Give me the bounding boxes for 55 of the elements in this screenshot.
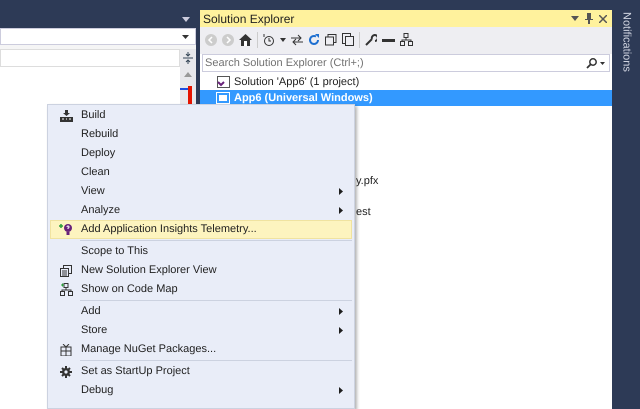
tree-item[interactable]: Solution 'App6' (1 project) xyxy=(200,74,612,90)
panel-title: Solution Explorer xyxy=(203,10,296,28)
collapse-icon[interactable] xyxy=(325,34,337,46)
menu-item[interactable]: Set as StartUp Project xyxy=(50,362,352,381)
dropdown-field[interactable] xyxy=(0,28,196,45)
sync-icon[interactable] xyxy=(291,34,303,46)
menu-item[interactable]: Rebuild xyxy=(50,125,352,144)
dropdown-icon[interactable] xyxy=(182,16,190,22)
close-icon[interactable] xyxy=(599,14,607,22)
refresh-icon[interactable] xyxy=(308,34,320,46)
tree-item-label: est xyxy=(356,204,371,220)
package-icon xyxy=(60,344,72,356)
menu-item[interactable]: Clean xyxy=(50,163,352,182)
menu-item[interactable]: Deploy xyxy=(50,144,352,163)
menu-item[interactable]: Show on Code Map xyxy=(50,280,352,299)
menu-item[interactable]: Scope to This xyxy=(50,242,352,261)
menu-item[interactable]: Debug xyxy=(50,381,352,400)
tree-item-label: y.pfx xyxy=(356,174,378,189)
submenu-arrow-icon xyxy=(339,327,343,334)
caret-icon[interactable] xyxy=(600,62,605,64)
solution-icon xyxy=(216,76,230,88)
lightbulb-icon xyxy=(59,223,73,236)
build-icon xyxy=(60,110,72,122)
input-field[interactable] xyxy=(0,49,180,67)
menu-item[interactable]: Manage NuGet Packages... xyxy=(50,340,352,359)
project-icon xyxy=(216,92,230,104)
diagram-icon xyxy=(60,283,72,296)
pin-icon[interactable] xyxy=(585,13,593,24)
files-icon[interactable] xyxy=(342,33,354,46)
split-icon[interactable] xyxy=(183,52,193,64)
wrench-icon[interactable] xyxy=(365,34,377,46)
diagram-icon[interactable] xyxy=(400,33,413,46)
menu-item[interactable]: Analyze xyxy=(50,201,352,220)
submenu-arrow-icon xyxy=(339,188,343,195)
menu-item[interactable]: Add Application Insights Telemetry... xyxy=(50,220,352,239)
menu-item[interactable]: View xyxy=(50,182,352,201)
dropdown-icon[interactable] xyxy=(571,16,579,21)
menu-item[interactable]: Store xyxy=(50,321,352,340)
notifications-tab[interactable]: Notifications xyxy=(618,12,634,72)
caret-icon xyxy=(182,34,189,38)
search-icon[interactable] xyxy=(586,58,597,68)
submenu-arrow-icon xyxy=(339,387,343,394)
gear-icon xyxy=(60,366,72,378)
history-icon[interactable] xyxy=(263,34,275,46)
home-icon[interactable] xyxy=(239,34,252,46)
windows-icon xyxy=(60,264,72,276)
submenu-arrow-icon xyxy=(339,207,343,214)
submenu-arrow-icon xyxy=(339,308,343,315)
tree-item-label: App6 (Universal Windows) xyxy=(234,90,373,106)
caret-icon[interactable] xyxy=(280,38,286,42)
menu-item[interactable]: Add xyxy=(50,302,352,321)
menu-item[interactable]: Build xyxy=(50,106,352,125)
tree-item-label: Solution 'App6' (1 project) xyxy=(234,74,360,90)
menu-item[interactable]: New Solution Explorer View xyxy=(50,261,352,280)
minus-icon[interactable] xyxy=(382,36,395,42)
